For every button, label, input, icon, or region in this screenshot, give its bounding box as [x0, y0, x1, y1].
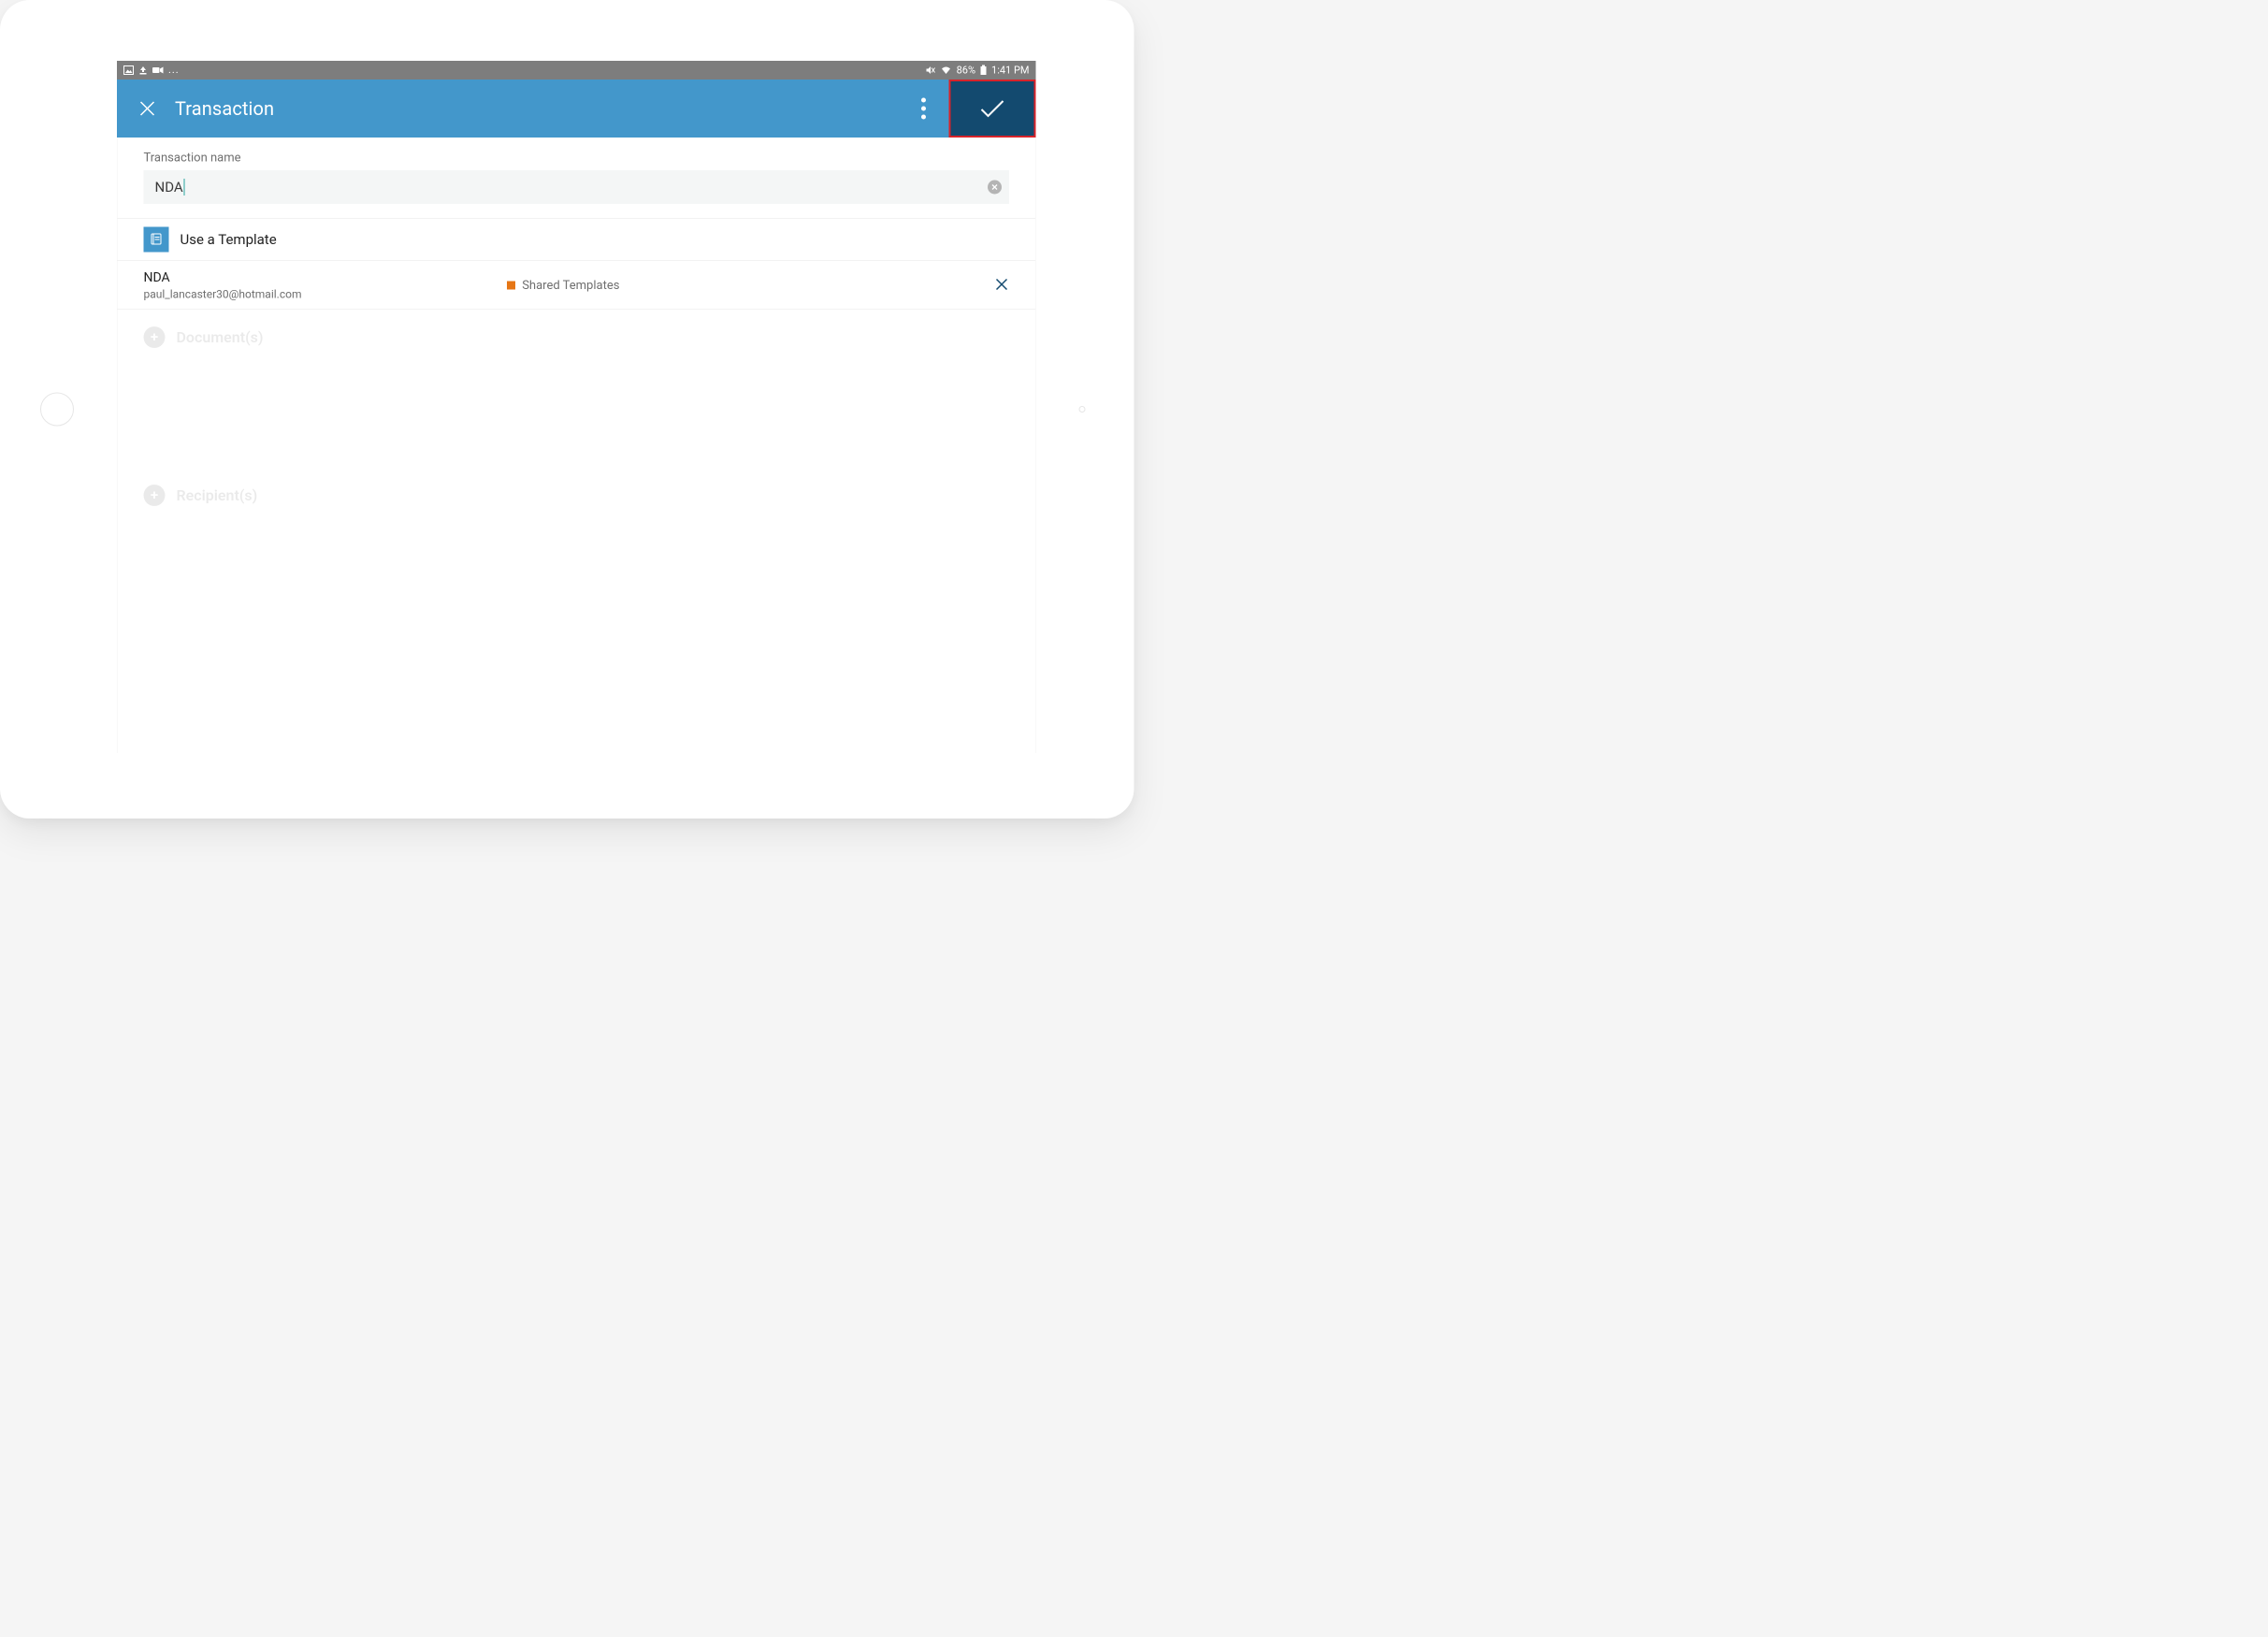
template-tag: Shared Templates — [507, 278, 619, 292]
upload-icon — [138, 65, 148, 75]
more-notifications-icon: ... — [168, 65, 180, 76]
screen: ... 86% 1:41 PM — [117, 61, 1036, 753]
selected-template-name: NDA — [144, 269, 508, 285]
plus-icon: + — [144, 485, 166, 506]
clear-icon — [991, 184, 998, 191]
selected-template-email: paul_lancaster30@hotmail.com — [144, 288, 508, 301]
overflow-menu-button[interactable] — [910, 80, 938, 138]
plus-icon: + — [144, 326, 166, 348]
recipients-section-label: Recipient(s) — [177, 486, 258, 504]
close-icon — [994, 277, 1009, 292]
wifi-icon — [941, 66, 952, 75]
mute-icon — [926, 65, 936, 75]
add-recipients-row[interactable]: + Recipient(s) — [118, 468, 1036, 523]
clear-input-button[interactable] — [988, 181, 1002, 195]
image-icon — [123, 65, 134, 75]
tablet-home-button[interactable] — [40, 393, 74, 427]
close-icon — [138, 99, 157, 118]
text-cursor — [184, 179, 185, 196]
check-icon — [979, 98, 1006, 119]
app-header: Transaction — [117, 80, 1036, 138]
template-tag-label: Shared Templates — [522, 278, 619, 292]
page-title: Transaction — [175, 97, 274, 120]
close-button[interactable] — [131, 80, 164, 138]
battery-icon — [980, 65, 987, 76]
add-documents-row[interactable]: + Document(s) — [118, 310, 1036, 365]
transaction-name-input[interactable]: NDA — [144, 170, 1010, 204]
transaction-name-value: NDA — [155, 179, 183, 196]
template-tag-color-icon — [507, 281, 515, 289]
template-icon — [144, 227, 169, 253]
transaction-name-label: Transaction name — [118, 138, 1036, 170]
battery-percent: 86% — [957, 65, 975, 77]
selected-template-row[interactable]: NDA paul_lancaster30@hotmail.com Shared … — [118, 261, 1036, 310]
video-icon — [152, 66, 164, 74]
tablet-camera — [1079, 406, 1086, 413]
documents-section-label: Document(s) — [177, 328, 264, 346]
status-bar: ... 86% 1:41 PM — [117, 61, 1036, 80]
content-panel: Transaction name NDA — [117, 138, 1036, 753]
status-time: 1:41 PM — [991, 65, 1029, 77]
use-template-row[interactable]: Use a Template — [118, 219, 1036, 261]
remove-template-button[interactable] — [994, 277, 1009, 294]
confirm-button[interactable] — [949, 80, 1036, 138]
more-vert-icon — [921, 98, 926, 120]
use-template-label: Use a Template — [181, 231, 277, 248]
